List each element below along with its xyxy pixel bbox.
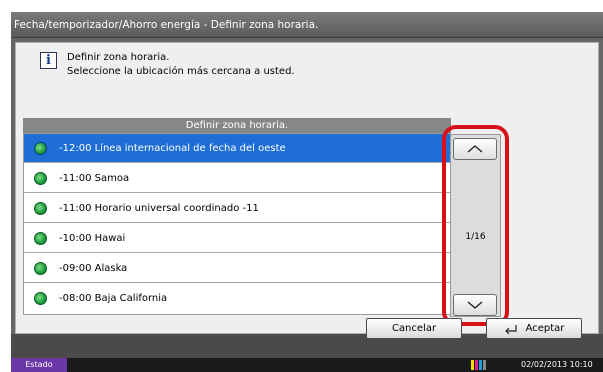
list-item-label: -10:00 Hawai — [59, 232, 126, 244]
globe-icon — [34, 171, 47, 185]
globe-icon — [34, 201, 47, 215]
list-item-label: -11:00 Horario universal coordinado -11 — [59, 202, 259, 214]
list-item[interactable]: -08:00 Baja California — [24, 284, 450, 313]
screen: Fecha/temporizador/Ahorro energía - Defi… — [11, 12, 603, 358]
list-item-label: -12:00 Línea internacional de fecha del … — [59, 142, 286, 154]
list-item[interactable]: -10:00 Hawai — [24, 224, 450, 253]
datetime: 02/02/2013 10:10 — [521, 360, 593, 369]
list-item-label: -09:00 Alaska — [59, 262, 128, 274]
accept-button-label: Aceptar — [525, 323, 565, 334]
globe-icon — [34, 261, 47, 275]
content-panel: i Definir zona horaria. Seleccione la ub… — [15, 42, 599, 334]
enter-arrow-icon — [504, 324, 517, 334]
list-item[interactable]: -09:00 Alaska — [24, 254, 450, 283]
globe-icon — [34, 292, 47, 305]
list-item-label: -08:00 Baja California — [59, 293, 168, 304]
globe-icon — [34, 231, 47, 245]
message-line-2: Seleccione la ubicación más cercana a us… — [67, 66, 295, 77]
list-item[interactable]: -11:00 Horario universal coordinado -11 — [24, 194, 450, 223]
globe-icon — [34, 141, 47, 155]
highlight-outline — [442, 125, 509, 326]
cancel-button[interactable]: Cancelar — [366, 318, 462, 339]
status-bar: Estado 02/02/2013 10:10 — [11, 358, 603, 372]
list-header: Definir zona horaria. — [23, 118, 451, 133]
list-item[interactable]: -12:00 Línea internacional de fecha del … — [24, 134, 450, 163]
info-icon: i — [40, 52, 57, 69]
toner-icon — [471, 360, 487, 370]
message-line-1: Definir zona horaria. — [67, 52, 170, 63]
cancel-button-label: Cancelar — [391, 323, 437, 334]
status-button[interactable]: Estado — [11, 358, 67, 372]
list-item[interactable]: -11:00 Samoa — [24, 164, 450, 193]
list-item-label: -11:00 Samoa — [59, 172, 130, 184]
timezone-list: -12:00 Línea internacional de fecha del … — [23, 133, 451, 315]
window-title: Fecha/temporizador/Ahorro energía - Defi… — [11, 12, 603, 38]
accept-button[interactable]: Aceptar — [486, 318, 582, 339]
